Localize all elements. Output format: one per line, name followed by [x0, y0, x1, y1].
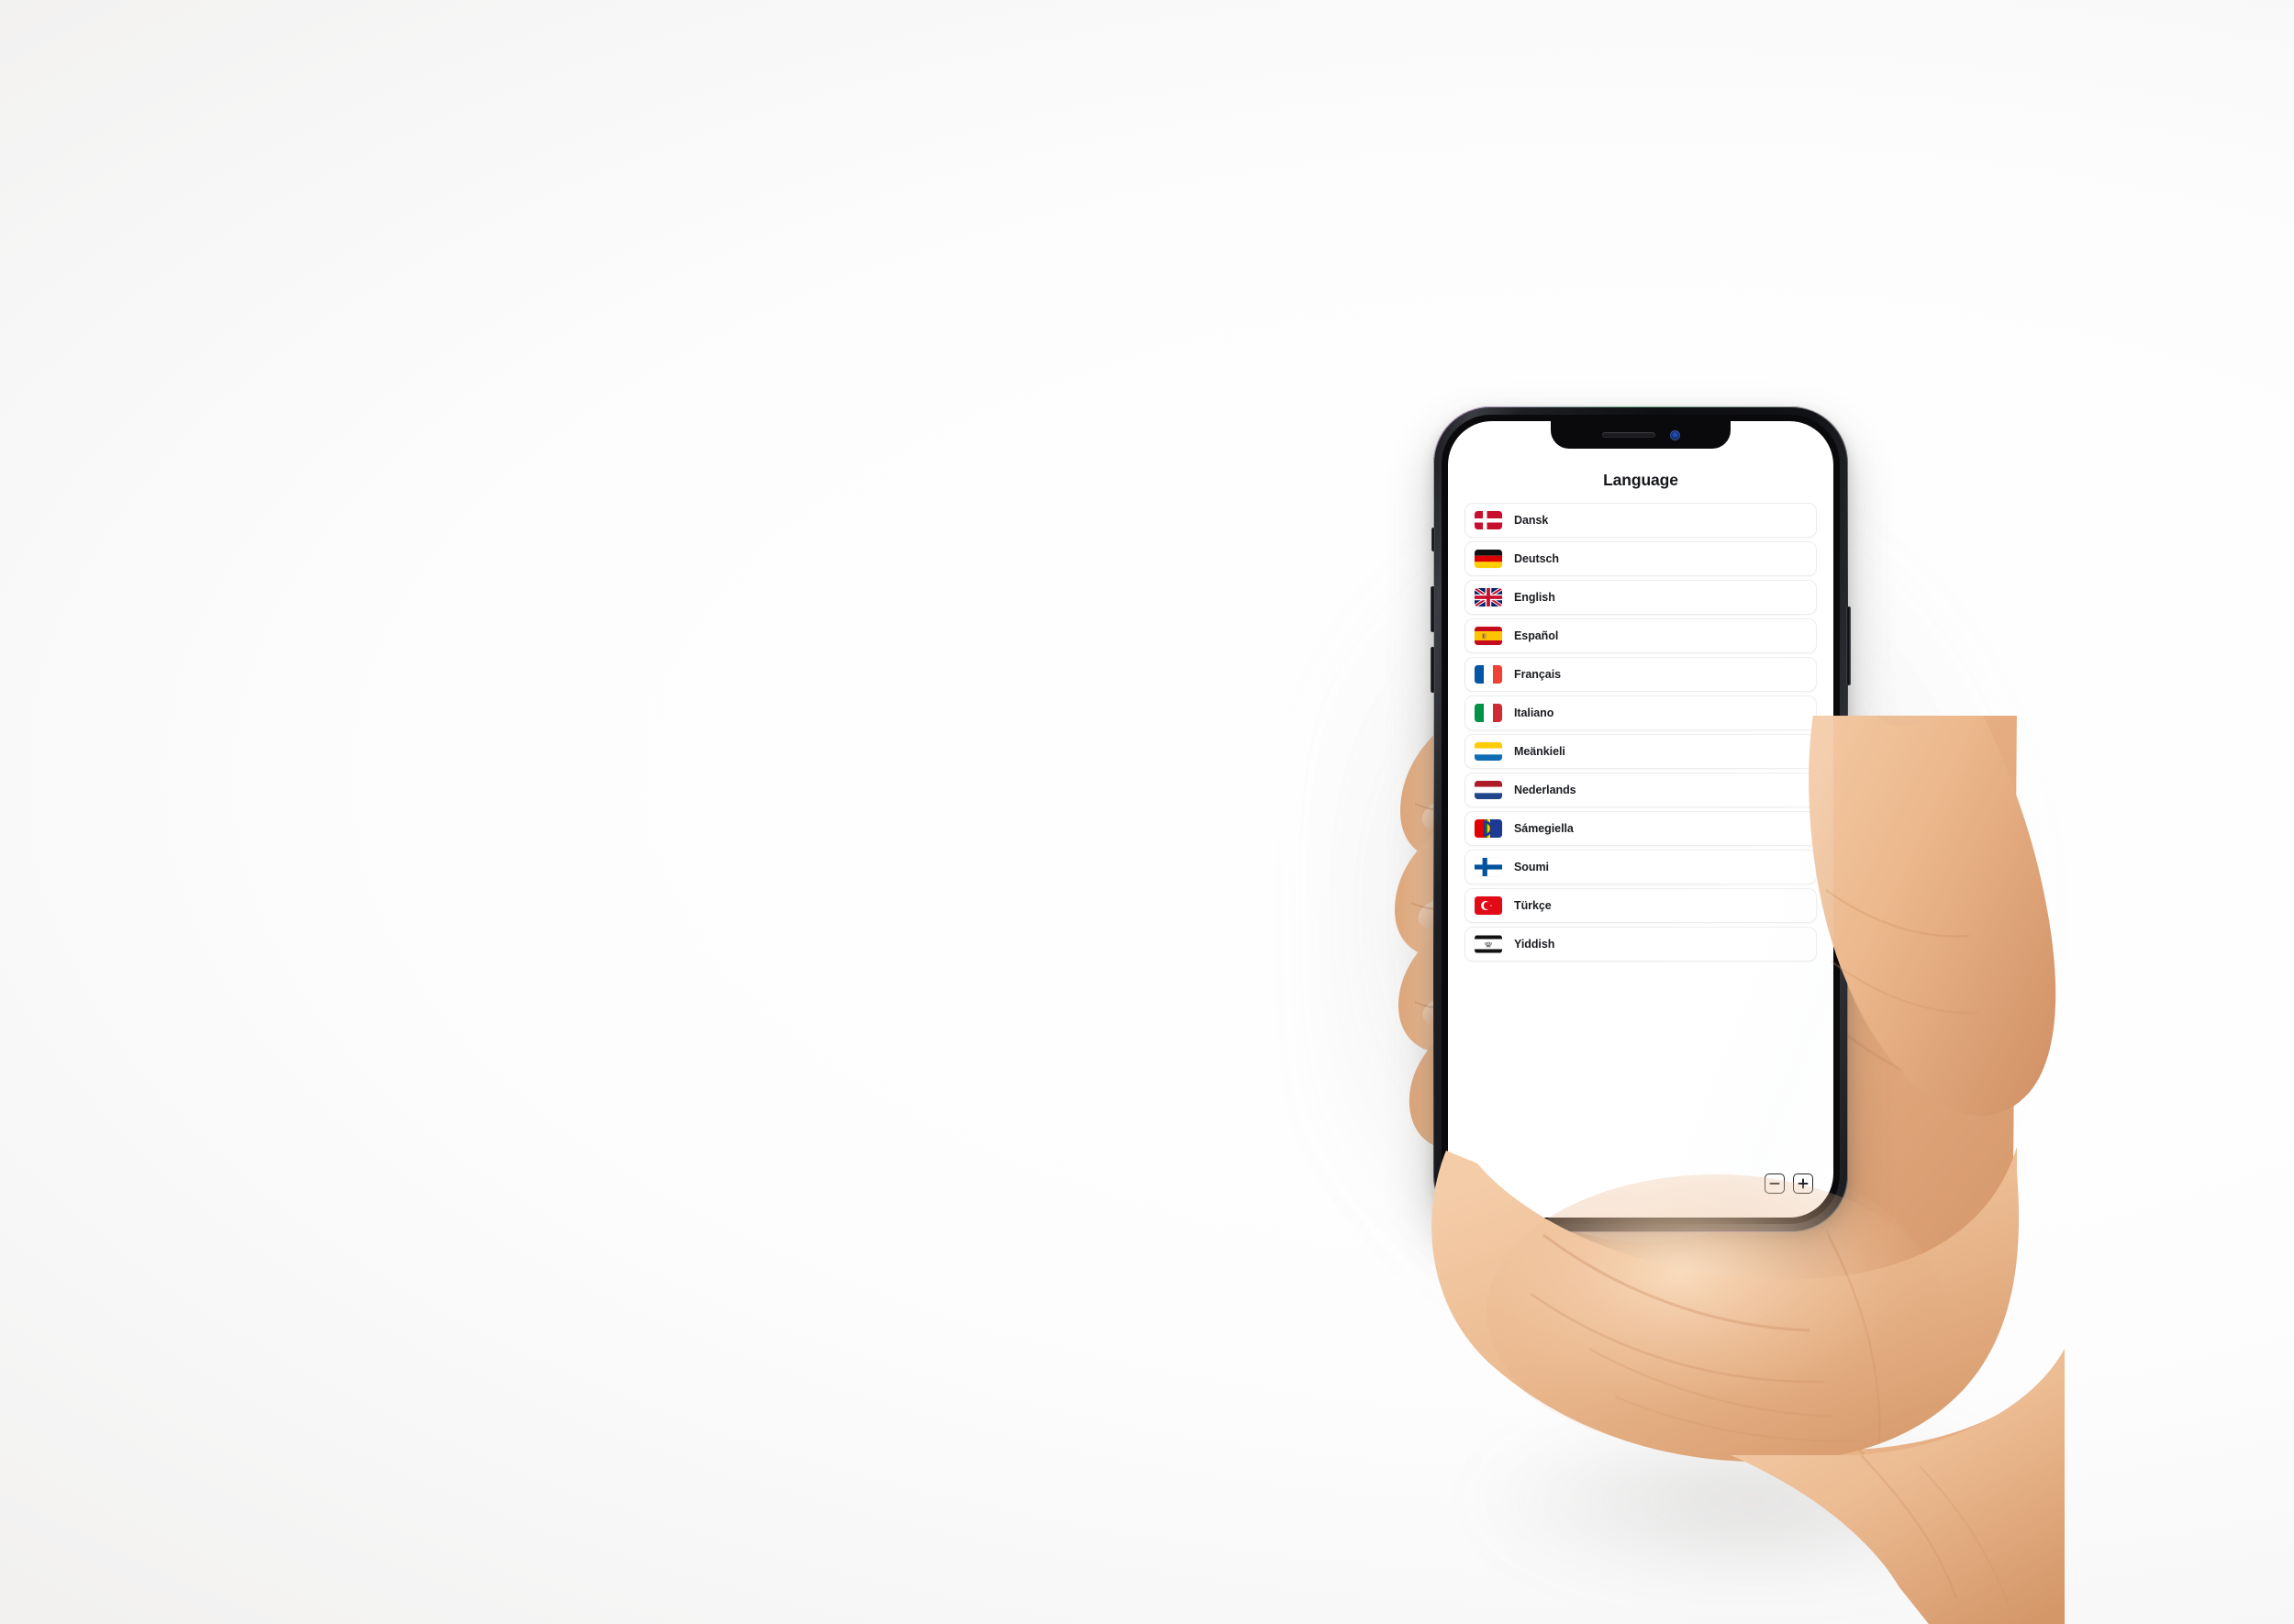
phone-bezel: Language Dansk Deutsch English Español F…	[1442, 415, 1840, 1224]
minus-icon	[1769, 1183, 1780, 1185]
list-item-label: Türkçe	[1514, 899, 1552, 912]
volume-down-button[interactable]	[1431, 647, 1435, 693]
list-item[interactable]: Türkçe	[1464, 888, 1817, 923]
list-item[interactable]: Français	[1464, 657, 1817, 692]
list-item-label: Dansk	[1514, 514, 1549, 527]
zoom-controls	[1464, 1174, 1817, 1218]
plus-icon-vertical	[1802, 1178, 1804, 1189]
sami-flag-icon	[1475, 819, 1502, 838]
silent-switch[interactable]	[1431, 528, 1435, 551]
spain-flag-icon	[1475, 627, 1502, 645]
notch	[1551, 421, 1731, 449]
list-item-label: Español	[1514, 629, 1559, 642]
list-item[interactable]: Italiano	[1464, 695, 1817, 730]
turkey-flag-icon	[1475, 896, 1502, 915]
scene: Language Dansk Deutsch English Español F…	[0, 0, 2294, 1624]
list-item[interactable]: Nederlands	[1464, 773, 1817, 807]
list-item-label: Français	[1514, 668, 1562, 681]
page-title: Language	[1603, 471, 1678, 489]
united-kingdom-flag-icon	[1475, 588, 1502, 606]
list-item[interactable]: Deutsch	[1464, 541, 1817, 576]
list-item[interactable]: Dansk	[1464, 503, 1817, 538]
front-camera-icon	[1669, 429, 1680, 440]
list-item-label: Yiddish	[1514, 938, 1555, 951]
germany-flag-icon	[1475, 550, 1502, 568]
list-item-label: English	[1514, 591, 1555, 604]
floor-shadow	[1358, 1376, 2147, 1624]
list-item[interactable]: Yiddish	[1464, 927, 1817, 962]
list-item-label: Deutsch	[1514, 552, 1559, 565]
list-item-label: Meänkieli	[1514, 745, 1565, 758]
list-item-label: Soumi	[1514, 861, 1549, 873]
phone-device: Language Dansk Deutsch English Español F…	[1431, 406, 1851, 1232]
list-item[interactable]: Meänkieli	[1464, 734, 1817, 769]
list-item-label: Sámegiella	[1514, 822, 1574, 835]
list-item[interactable]: Español	[1464, 618, 1817, 653]
list-item-label: Nederlands	[1514, 784, 1576, 796]
list-item[interactable]: Sámegiella	[1464, 811, 1817, 846]
zoom-out-button[interactable]	[1765, 1174, 1785, 1194]
zoom-in-button[interactable]	[1793, 1174, 1813, 1194]
list-item-label: Italiano	[1514, 706, 1554, 719]
list-item[interactable]: Soumi	[1464, 850, 1817, 884]
denmark-flag-icon	[1475, 511, 1502, 529]
language-app: Language Dansk Deutsch English Español F…	[1448, 421, 1833, 1218]
earpiece-speaker-icon	[1601, 432, 1655, 438]
netherlands-flag-icon	[1475, 781, 1502, 799]
yiddish-flag-icon	[1475, 935, 1502, 953]
volume-up-button[interactable]	[1431, 586, 1435, 632]
list-item[interactable]: English	[1464, 580, 1817, 615]
power-button[interactable]	[1846, 606, 1851, 685]
finland-flag-icon	[1475, 858, 1502, 876]
france-flag-icon	[1475, 665, 1502, 684]
language-list: Dansk Deutsch English Español Français I…	[1464, 503, 1817, 962]
phone-screen: Language Dansk Deutsch English Español F…	[1448, 421, 1833, 1218]
italy-flag-icon	[1475, 704, 1502, 722]
meankieli-flag-icon	[1475, 742, 1502, 761]
